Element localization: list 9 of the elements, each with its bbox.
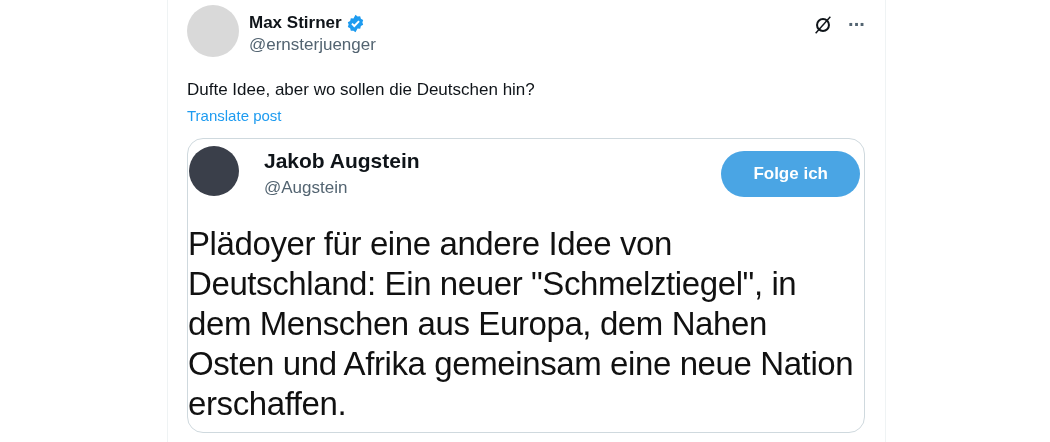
avatar	[189, 146, 239, 196]
post-text: Dufte Idee, aber wo sollen die Deutschen hin?	[187, 79, 536, 101]
author-name[interactable]: Max Stirner	[249, 13, 342, 33]
author-handle: @Augstein	[264, 178, 349, 198]
author-handle[interactable]: @ernsterjuenger	[249, 35, 802, 55]
quoted-text: Plädoyer für eine andere Idee von Deutschland: Ein neuer "Schmelztiegel", in dem Menschen aus Europa, dem Nahen Osten und Afrika gemeinsam eine neue Nation erschaffen.	[188, 224, 855, 424]
more-button[interactable]: ···	[848, 13, 865, 36]
author-name: Jakob Augstein	[264, 149, 421, 173]
translate-link[interactable]: Translate post	[187, 107, 282, 124]
